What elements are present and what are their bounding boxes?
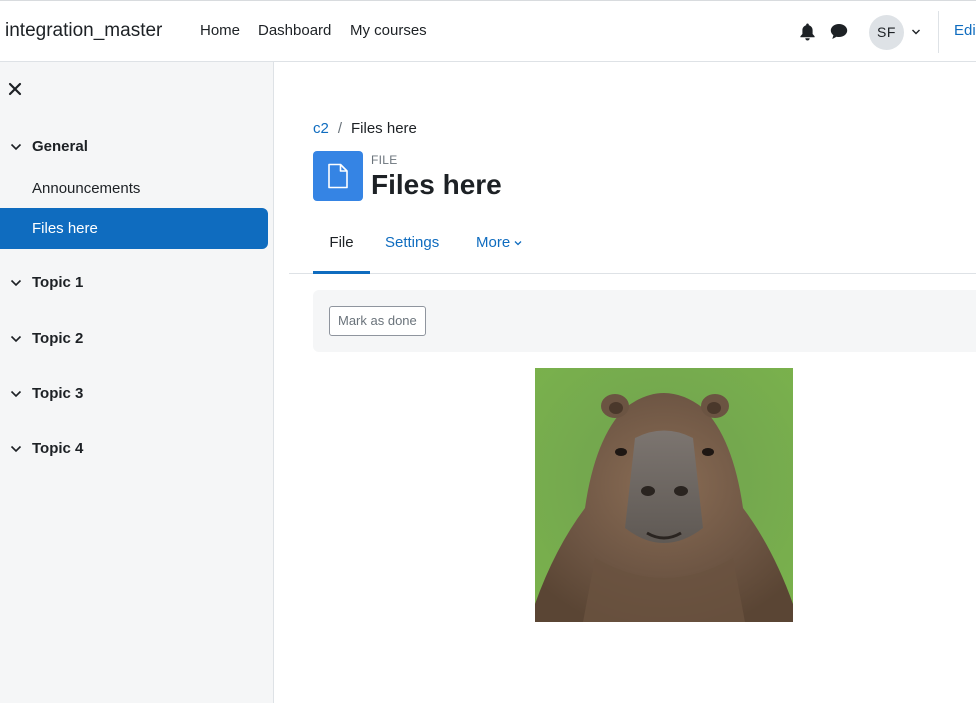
secondary-navigation: File Settings More [289,222,976,274]
page-title: Files here [371,169,502,200]
chevron-down-icon[interactable] [10,388,22,400]
chevron-down-icon [514,241,522,246]
section-label: Topic 4 [32,440,84,457]
activity-completion-bar: Mark as done [313,290,976,352]
capybara-image [535,368,793,622]
edit-mode-toggle-label[interactable]: Edi [954,22,976,39]
section-label: Topic 2 [32,330,84,347]
chevron-down-icon[interactable] [911,27,921,37]
activity-files-here[interactable]: Files here [0,208,268,249]
breadcrumb-course-link[interactable]: c2 [313,120,329,137]
course-index-drawer: General Announcements Files here Topic 1… [0,62,274,703]
chevron-down-icon[interactable] [10,443,22,455]
chevron-down-icon[interactable] [10,141,22,153]
nav-dashboard-link[interactable]: Dashboard [258,22,331,39]
tab-more[interactable]: More [476,222,522,264]
file-icon [328,163,348,189]
bell-icon[interactable] [799,23,816,41]
file-module-icon [313,151,363,201]
section-label: Topic 3 [32,385,84,402]
breadcrumb: c2 / Files here [313,120,417,137]
activity-announcements[interactable]: Announcements [0,168,268,209]
top-navbar: integration_master Home Dashboard My cou… [0,0,976,62]
nav-my-courses-link[interactable]: My courses [350,22,427,39]
section-label: Topic 1 [32,274,84,291]
tab-file[interactable]: File [313,222,370,274]
section-label: General [32,138,88,155]
section-topic-2[interactable]: Topic 2 [10,330,83,347]
navbar-divider [938,11,939,53]
chevron-down-icon[interactable] [10,333,22,345]
close-icon[interactable] [8,82,22,96]
section-topic-3[interactable]: Topic 3 [10,385,83,402]
tab-more-label: More [476,234,511,251]
site-name[interactable]: integration_master [5,20,162,42]
breadcrumb-separator: / [337,120,343,137]
user-avatar[interactable]: SF [869,15,904,50]
tab-settings[interactable]: Settings [385,222,439,274]
mark-as-done-button[interactable]: Mark as done [329,306,426,336]
chevron-down-icon[interactable] [10,277,22,289]
breadcrumb-current: Files here [351,120,417,137]
nav-home-link[interactable]: Home [200,22,240,39]
module-type-label: FILE [371,153,398,167]
section-general[interactable]: General [10,138,88,155]
section-topic-1[interactable]: Topic 1 [10,274,83,291]
capybara-photo-icon [535,368,793,622]
section-topic-4[interactable]: Topic 4 [10,440,83,457]
chat-icon[interactable] [830,23,848,40]
